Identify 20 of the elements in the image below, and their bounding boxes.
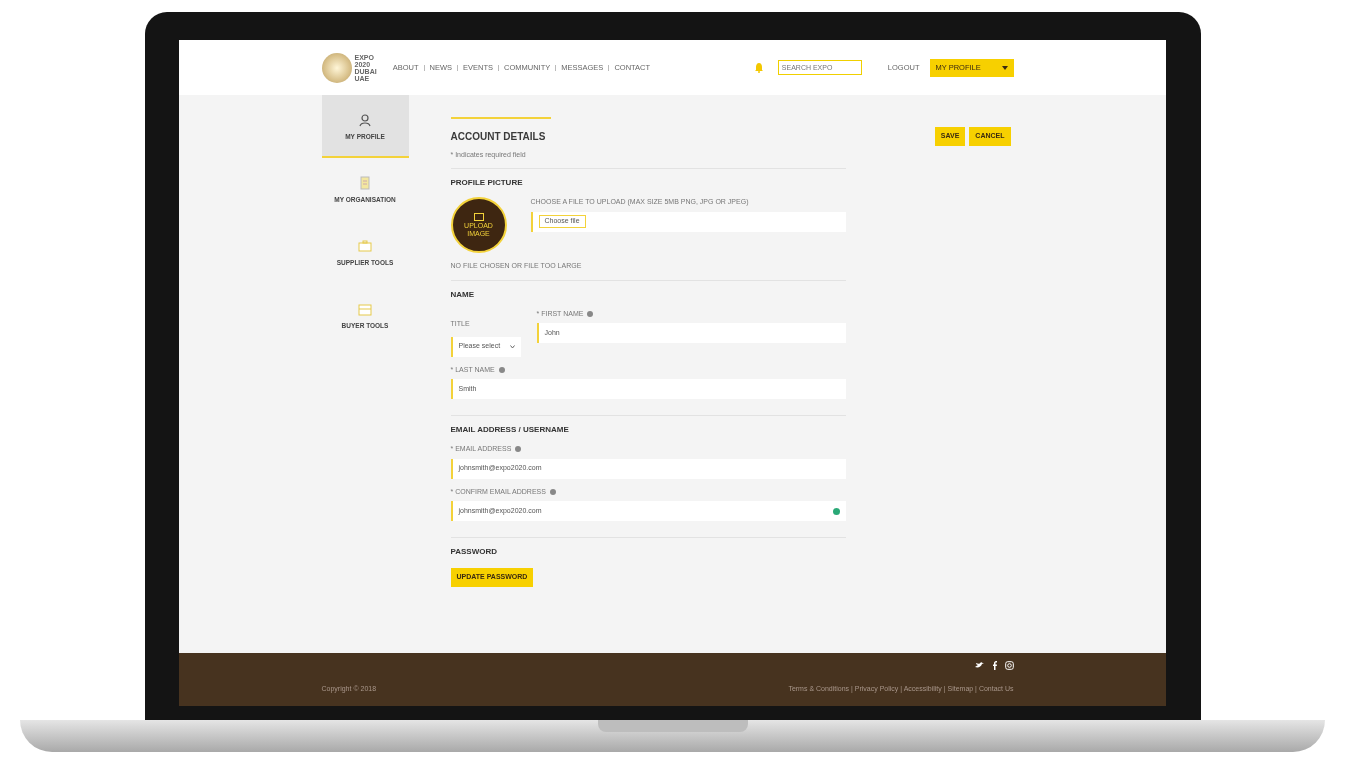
camera-icon [1004,661,1014,670]
chevron-down-icon [509,344,515,349]
page-title: ACCOUNT DETAILS [450,129,546,144]
info-icon [587,310,594,317]
clipboard-icon [357,174,373,191]
image-icon [473,213,484,222]
caret-icon [1001,65,1008,70]
briefcase-icon [357,237,373,254]
section-heading: PROFILE PICTURE [450,177,524,189]
bird-icon [974,661,984,669]
info-icon [498,366,505,373]
bell-icon [753,62,764,73]
section-heading: EMAIL ADDRESS / USERNAME [450,424,570,436]
person-icon [357,111,373,128]
info-icon [549,488,556,495]
sun-logo-icon [321,52,352,83]
letter-f-icon [991,661,997,670]
info-icon [515,446,522,453]
section-heading: PASSWORD [450,546,499,558]
section-heading: NAME [450,288,476,301]
